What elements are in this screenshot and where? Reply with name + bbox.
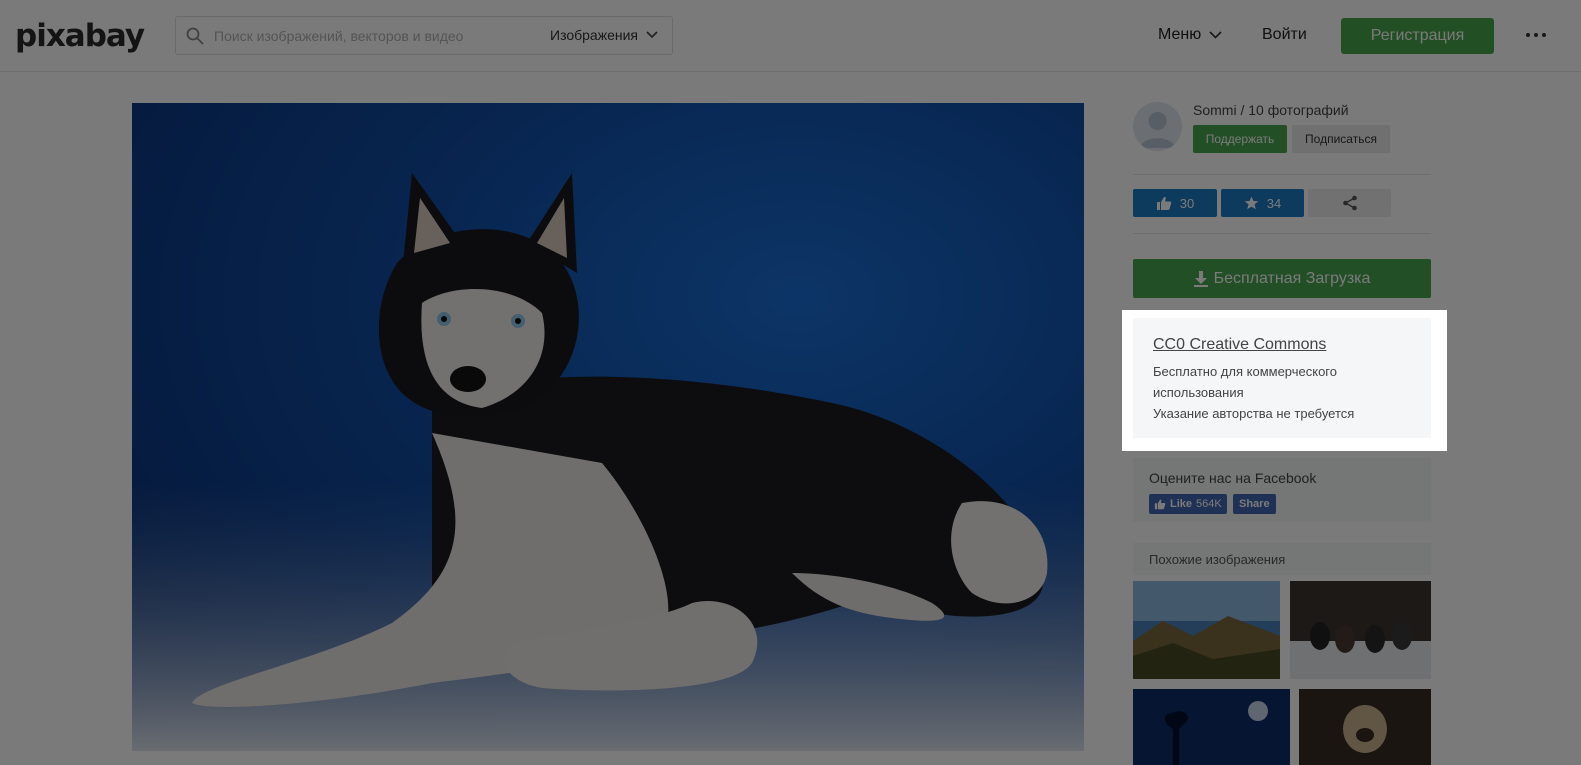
free-download-label: Бесплатная Загрузка [1213,269,1371,287]
pixabay-logo[interactable]: pixabay [15,18,145,54]
search-bar: Изображения [175,16,673,55]
menu-dropdown[interactable]: Меню [1158,26,1222,44]
register-button[interactable]: Регистрация [1341,18,1494,54]
favorite-count: 34 [1266,195,1282,211]
facebook-like-count: 564K [1196,498,1222,510]
facebook-like-label: Like [1170,498,1193,510]
license-line: Указание авторства не требуется [1153,406,1355,421]
divider [1133,233,1431,234]
chevron-down-icon [646,31,658,39]
license-line: использования [1153,385,1244,400]
similar-image-thumbnail[interactable] [1290,581,1431,679]
divider [1133,174,1431,175]
favorite-button[interactable]: 34 [1221,189,1304,217]
license-line: Бесплатно для коммерческого [1153,364,1337,379]
author-name[interactable]: Sommi / 10 фотографий [1193,102,1349,118]
thumbs-up-icon [1156,196,1172,210]
support-button[interactable]: Поддержать [1193,125,1287,153]
more-options-icon[interactable] [1526,33,1546,37]
sled-dogs-thumbnail [1290,581,1431,679]
similar-image-thumbnail[interactable] [1133,689,1290,765]
like-button[interactable]: 30 [1133,189,1217,217]
media-type-select[interactable]: Изображения [550,27,658,43]
like-count: 30 [1179,195,1195,211]
license-link[interactable]: CC0 Creative Commons [1153,336,1431,354]
similar-images-title: Похожие изображения [1149,552,1286,567]
license-box: CC0 Creative Commons Бесплатно для комме… [1133,318,1431,438]
follow-button[interactable]: Подписаться [1292,125,1390,153]
thumbs-up-icon [1154,499,1166,509]
share-button[interactable] [1308,189,1391,217]
similar-image-thumbnail[interactable] [1299,689,1431,765]
facebook-like-button[interactable]: Like 564K [1149,494,1227,514]
menu-label: Меню [1158,26,1202,43]
search-icon[interactable] [186,27,204,45]
media-type-label: Изображения [550,27,638,43]
facebook-share-button[interactable]: Share [1233,494,1276,514]
facebook-widget: Оцените нас на Facebook Like 564K Share [1133,458,1431,522]
share-icon [1342,195,1357,211]
avatar[interactable] [1133,102,1182,151]
husky-photo-illustration [132,173,1084,751]
facebook-title: Оцените нас на Facebook [1149,470,1317,486]
user-icon [1140,112,1175,148]
chevron-down-icon [1209,31,1222,39]
search-input[interactable] [214,17,544,54]
login-link[interactable]: Войти [1262,26,1307,44]
star-icon [1244,196,1259,210]
puppy-thumbnail [1299,689,1431,765]
author-block: Sommi / 10 фотографий Поддержать Подписа… [1133,100,1431,158]
night-sky-thumbnail [1133,689,1290,765]
main-photo[interactable] [132,103,1084,751]
download-icon [1193,270,1208,287]
free-download-button[interactable]: Бесплатная Загрузка [1133,259,1431,298]
license-popup: CC0 Creative Commons Бесплатно для комме… [1122,310,1447,451]
similar-images-header: Похожие изображения [1133,543,1431,575]
similar-image-thumbnail[interactable] [1133,581,1280,679]
header: pixabay Изображения Меню Войти Регистрац… [0,0,1581,72]
mountain-landscape-thumbnail [1133,581,1280,679]
